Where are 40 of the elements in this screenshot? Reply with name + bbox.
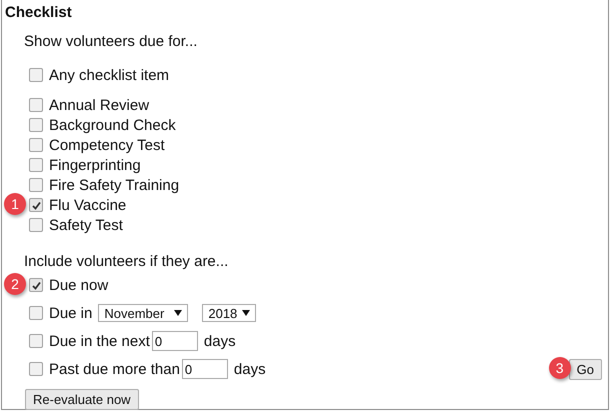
caret-icon: [242, 310, 250, 316]
checkbox[interactable]: [29, 306, 43, 320]
re-evaluate-button[interactable]: Re-evaluate now: [25, 389, 139, 410]
checkbox-label: Due in the next: [49, 332, 150, 350]
checkbox[interactable]: [29, 138, 43, 152]
checkbox-label: Fire Safety Training: [49, 176, 180, 194]
checkbox-label: Any checklist item: [49, 66, 170, 84]
checkbox[interactable]: [29, 178, 43, 192]
checkbox[interactable]: [29, 98, 43, 112]
go-button[interactable]: Go: [568, 358, 602, 380]
step-badge: 2: [4, 273, 26, 295]
panel-title: Checklist: [4, 3, 73, 23]
days-input[interactable]: 0: [182, 359, 228, 379]
section-label: Show volunteers due for...: [24, 33, 198, 52]
checkbox[interactable]: [29, 334, 43, 348]
checkbox-label: Due now: [49, 276, 108, 294]
section-label: Include volunteers if they are...: [24, 253, 230, 272]
checkbox-label: Annual Review: [49, 96, 150, 114]
unit-label: days: [234, 360, 266, 378]
checkbox-label: Due in: [49, 304, 92, 322]
checkbox[interactable]: [29, 158, 43, 172]
checkbox-label: Past due more than: [49, 360, 180, 378]
checkbox-label: Fingerprinting: [49, 156, 141, 174]
checkbox[interactable]: [29, 218, 43, 232]
unit-label: days: [204, 332, 236, 350]
checkbox-label: Safety Test: [49, 216, 123, 234]
step-badge: 3: [548, 356, 571, 378]
year-select[interactable]: 2018: [202, 304, 256, 322]
checkbox[interactable]: [29, 278, 43, 292]
checkbox[interactable]: [29, 68, 43, 82]
checkbox-label: Competency Test: [49, 136, 165, 154]
days-input[interactable]: 0: [152, 331, 198, 351]
month-select[interactable]: November: [98, 304, 188, 322]
caret-icon: [174, 310, 182, 316]
step-badge: 1: [4, 193, 26, 215]
checkbox[interactable]: [29, 198, 43, 212]
checkbox-label: Background Check: [49, 116, 176, 134]
checkbox[interactable]: [29, 118, 43, 132]
checkbox-label: Flu Vaccine: [49, 196, 126, 214]
checkbox[interactable]: [29, 362, 43, 376]
